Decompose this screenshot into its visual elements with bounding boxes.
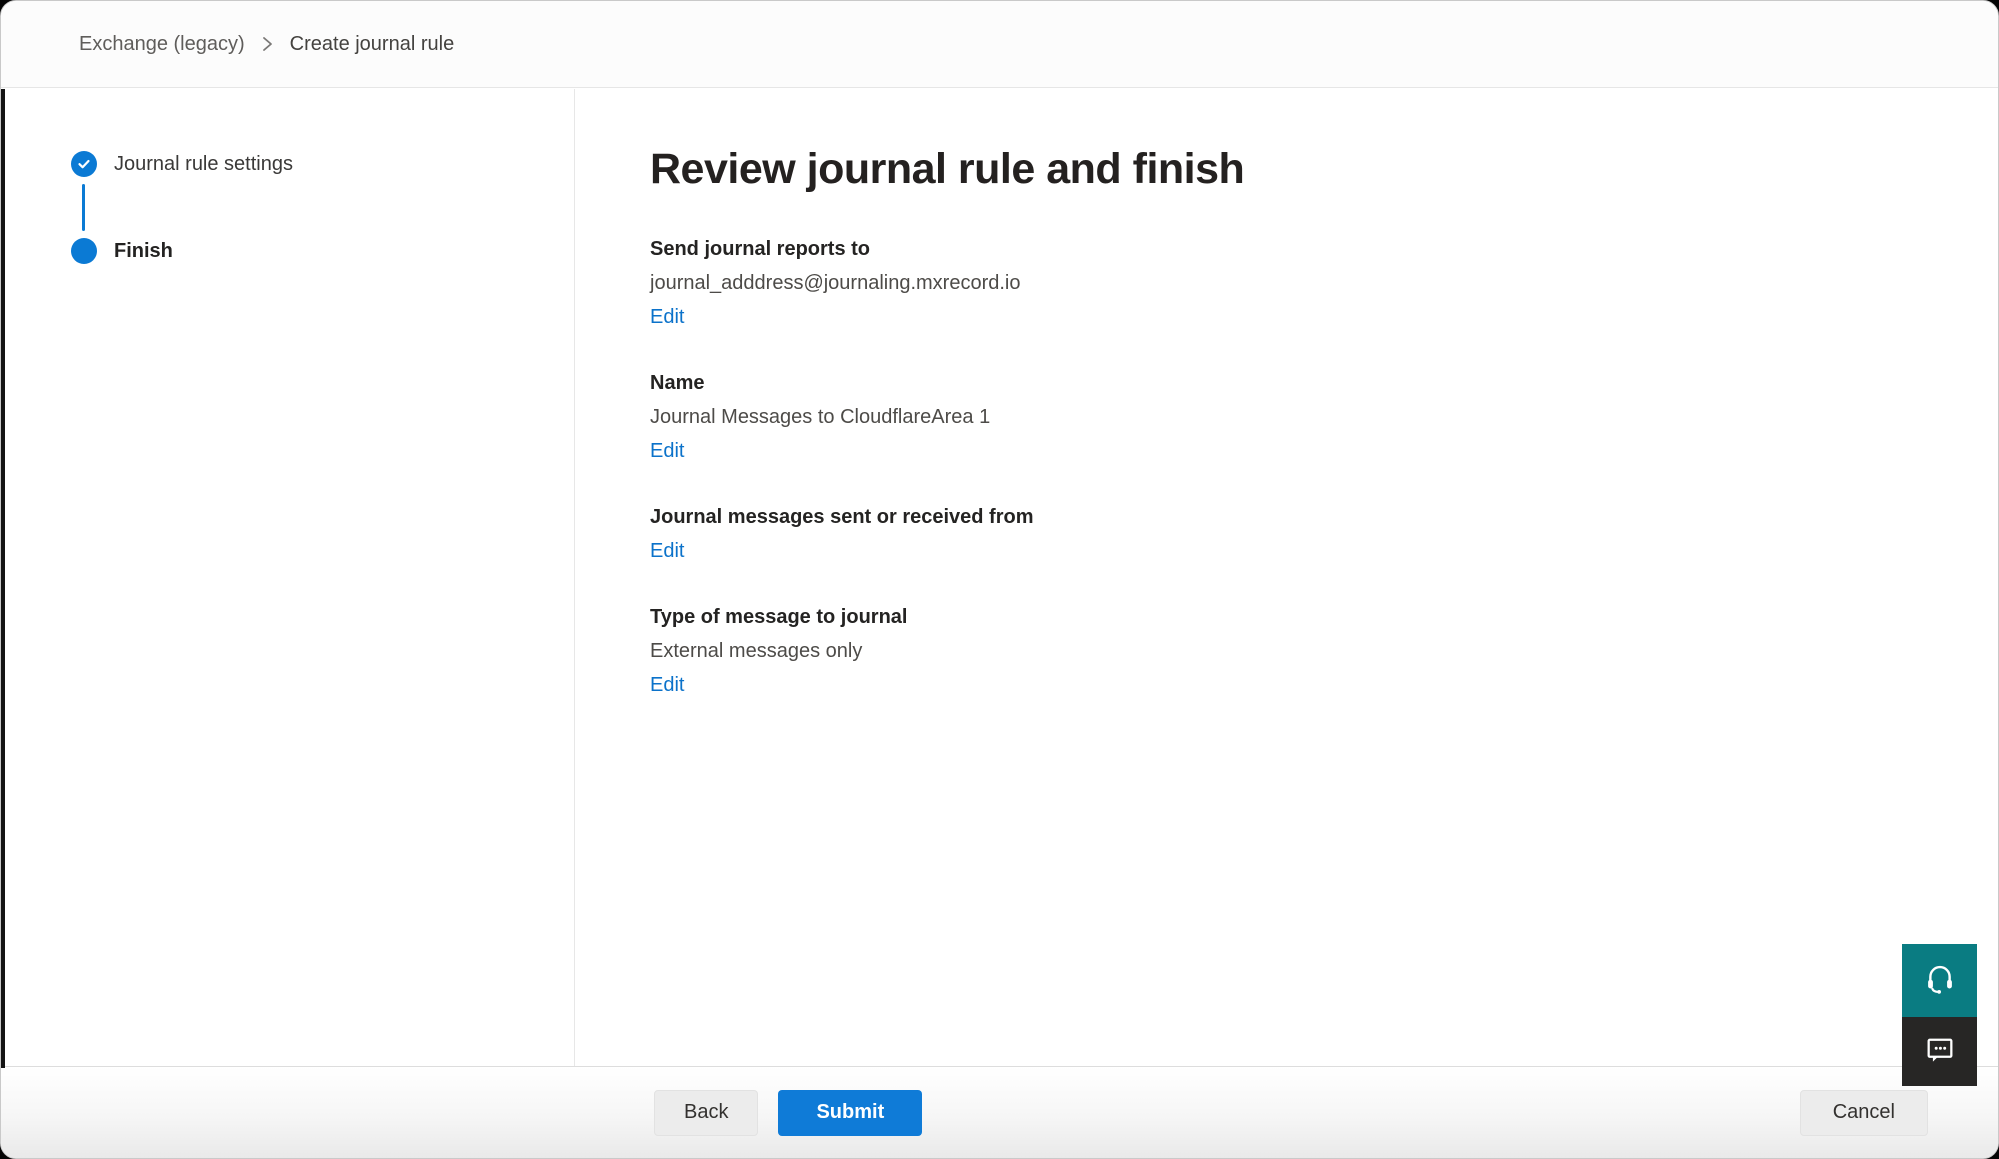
feedback-chat-icon (1923, 1032, 1957, 1071)
back-button[interactable]: Back (654, 1090, 758, 1136)
step-current-dot-icon (71, 238, 97, 264)
wizard-step-finish[interactable]: Finish (71, 238, 574, 264)
edit-link-name[interactable]: Edit (650, 438, 684, 465)
edit-link-send-journal-reports[interactable]: Edit (650, 304, 684, 331)
breadcrumb-current-page: Create journal rule (290, 33, 455, 56)
step-completed-check-icon (71, 151, 97, 177)
review-pane: Review journal rule and finish Send jour… (575, 89, 1998, 1066)
review-section-type-of-message: Type of message to journal External mess… (650, 604, 1938, 699)
section-value: External messages only (650, 638, 1938, 665)
chevron-right-icon (261, 34, 274, 54)
cancel-button[interactable]: Cancel (1800, 1090, 1928, 1136)
submit-button[interactable]: Submit (778, 1090, 922, 1136)
review-section-name: Name Journal Messages to CloudflareArea … (650, 370, 1938, 465)
section-value: Journal Messages to CloudflareArea 1 (650, 404, 1938, 431)
breadcrumb: Exchange (legacy) Create journal rule (79, 33, 454, 56)
content-area: Journal rule settings Finish Review jour… (1, 89, 1998, 1066)
edit-link-journal-messages-from[interactable]: Edit (650, 538, 684, 565)
wizard-step-journal-rule-settings[interactable]: Journal rule settings (71, 151, 574, 177)
wizard-steps-panel: Journal rule settings Finish (1, 89, 575, 1066)
wizard-step-label: Journal rule settings (114, 153, 293, 176)
wizard-step-label: Finish (114, 240, 173, 263)
footer-action-bar: Back Submit Cancel (1, 1066, 1998, 1158)
breadcrumb-exchange-legacy-link[interactable]: Exchange (legacy) (79, 33, 245, 56)
section-label: Type of message to journal (650, 604, 1938, 631)
feedback-button[interactable] (1902, 1017, 1977, 1086)
edit-link-type-of-message[interactable]: Edit (650, 672, 684, 699)
review-section-journal-messages-from: Journal messages sent or received from E… (650, 504, 1938, 565)
left-edge-strip (1, 89, 5, 1068)
review-section-send-journal-reports-to: Send journal reports to journal_adddress… (650, 236, 1938, 331)
section-label: Journal messages sent or received from (650, 504, 1938, 531)
section-label: Send journal reports to (650, 236, 1938, 263)
step-connector-line (82, 184, 85, 231)
exchange-admin-window: Exchange (legacy) Create journal rule Jo… (0, 0, 1999, 1159)
top-header-bar: Exchange (legacy) Create journal rule (1, 1, 1998, 88)
help-button[interactable] (1902, 944, 1977, 1017)
page-title: Review journal rule and finish (650, 145, 1938, 194)
section-label: Name (650, 370, 1938, 397)
section-value: journal_adddress@journaling.mxrecord.io (650, 270, 1938, 297)
headset-icon (1923, 961, 1957, 1000)
